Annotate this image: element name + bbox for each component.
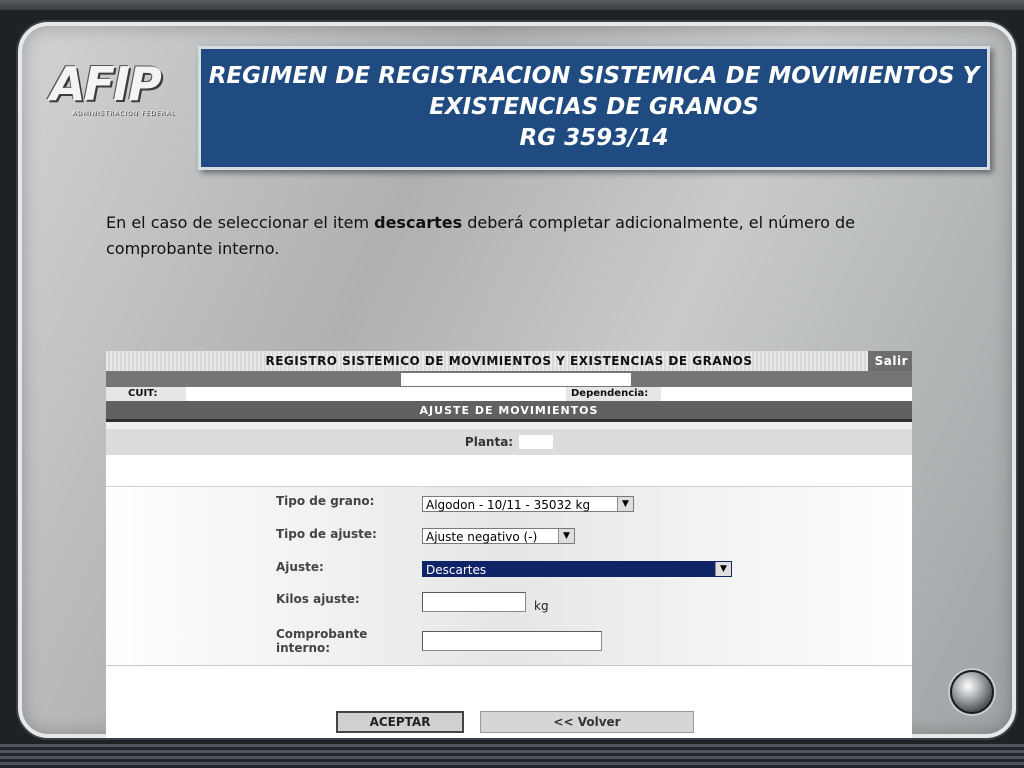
comprobante-label-line-1: Comprobante bbox=[276, 627, 368, 641]
subheader-white-field bbox=[401, 373, 631, 386]
button-row: ACEPTAR << Volver bbox=[106, 703, 912, 738]
kilos-input[interactable] bbox=[422, 592, 526, 612]
tipo-ajuste-value: Ajuste negativo (-) bbox=[426, 530, 538, 544]
planta-value-box bbox=[519, 435, 554, 449]
kilos-label: Kilos ajuste: bbox=[276, 592, 360, 606]
banner-line-3: RG 3593/14 bbox=[519, 125, 669, 151]
aceptar-button[interactable]: ACEPTAR bbox=[336, 711, 464, 733]
volver-button[interactable]: << Volver bbox=[480, 711, 694, 733]
app-header: REGISTRO SISTEMICO DE MOVIMIENTOS Y EXIS… bbox=[106, 351, 912, 371]
logo-mark: AFIP bbox=[50, 57, 162, 111]
kilos-unit: kg bbox=[534, 599, 549, 613]
embedded-app-screenshot: REGISTRO SISTEMICO DE MOVIMIENTOS Y EXIS… bbox=[106, 351, 912, 738]
tipo-grano-value: Algodon - 10/11 - 35032 kg bbox=[426, 498, 591, 512]
comprobante-label: Comprobante interno: bbox=[276, 627, 367, 655]
comprobante-label-line-2: interno: bbox=[276, 641, 331, 655]
adjustment-form: Tipo de grano: Algodon - 10/11 - 35032 k… bbox=[106, 486, 912, 666]
section-header: AJUSTE DE MOVIMIENTOS bbox=[106, 401, 912, 422]
chevron-down-icon[interactable]: ▼ bbox=[715, 562, 731, 576]
navigation-knob-icon[interactable] bbox=[950, 670, 994, 714]
salir-link[interactable]: Salir bbox=[875, 354, 908, 368]
dependencia-label: Dependencia: bbox=[571, 388, 649, 399]
planta-row: Planta: bbox=[106, 429, 912, 455]
section-gap bbox=[106, 422, 912, 429]
banner-line-2: EXISTENCIAS DE GRANOS bbox=[429, 94, 759, 120]
description-paragraph: En el caso de seleccionar el item descar… bbox=[106, 210, 866, 262]
tipo-ajuste-label: Tipo de ajuste: bbox=[276, 527, 377, 541]
chevron-down-icon[interactable]: ▼ bbox=[617, 497, 633, 511]
top-stripe bbox=[0, 0, 1024, 10]
banner-line-1: REGIMEN DE REGISTRACION SISTEMICA DE MOV… bbox=[208, 63, 980, 89]
app-subheader-band bbox=[106, 371, 912, 387]
paragraph-bold-word: descartes bbox=[374, 213, 463, 232]
slide-panel: AFIP ADMINISTRACION FEDERAL REGIMEN DE R… bbox=[18, 22, 1016, 738]
logo-subtitle: ADMINISTRACION FEDERAL bbox=[72, 110, 176, 117]
app-title: REGISTRO SISTEMICO DE MOVIMIENTOS Y EXIS… bbox=[265, 354, 753, 368]
paragraph-text-before: En el caso de seleccionar el item bbox=[106, 213, 375, 232]
tipo-ajuste-select[interactable]: Ajuste negativo (-) ▼ bbox=[422, 528, 575, 544]
cuit-row: CUIT: Dependencia: bbox=[106, 387, 912, 401]
ajuste-select[interactable]: Descartes ▼ bbox=[422, 561, 732, 577]
ajuste-value: Descartes bbox=[426, 563, 487, 577]
tipo-grano-label: Tipo de grano: bbox=[276, 494, 375, 508]
title-banner: REGIMEN DE REGISTRACION SISTEMICA DE MOV… bbox=[198, 46, 990, 170]
chevron-down-icon[interactable]: ▼ bbox=[558, 529, 574, 543]
tipo-grano-select[interactable]: Algodon - 10/11 - 35032 kg ▼ bbox=[422, 496, 634, 512]
bottom-stripe bbox=[0, 744, 1024, 768]
planta-label: Planta: bbox=[464, 435, 514, 449]
afip-logo: AFIP ADMINISTRACION FEDERAL bbox=[50, 57, 200, 132]
cuit-label: CUIT: bbox=[128, 388, 158, 399]
comprobante-input[interactable] bbox=[422, 631, 602, 651]
ajuste-label: Ajuste: bbox=[276, 560, 324, 574]
